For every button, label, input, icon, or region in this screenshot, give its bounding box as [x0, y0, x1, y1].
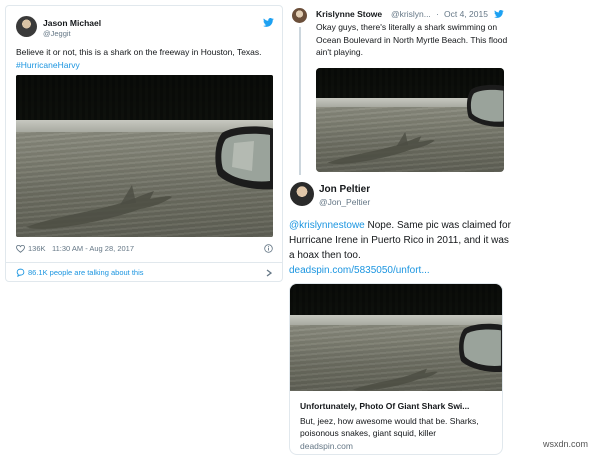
timestamp[interactable]: 11:30 AM - Aug 28, 2017: [52, 244, 134, 253]
reply-date[interactable]: Oct 4, 2015: [444, 9, 488, 19]
main-author-name[interactable]: Jon Peltier: [319, 184, 370, 195]
main-author-handle[interactable]: @Jon_Peltier: [319, 197, 370, 207]
tweet-card-jason[interactable]: Jason Michael @Jeggit Believe it or not,…: [5, 5, 283, 282]
shark-shape-card: [352, 368, 438, 391]
car-mirror-reply: [466, 84, 504, 127]
hashtag-link[interactable]: #HurricaneHarvy: [16, 60, 80, 70]
twitter-bird-icon-reply[interactable]: [494, 10, 504, 18]
article-link[interactable]: deadspin.com/5835050/unfort...: [289, 265, 430, 276]
car-mirror: [215, 126, 273, 190]
shark-shape: [26, 185, 172, 229]
link-preview-card[interactable]: Unfortunately, Photo Of Giant Shark Swi.…: [289, 283, 503, 455]
author-handle[interactable]: @Jeggit: [43, 29, 71, 38]
avatar-jason[interactable]: [16, 16, 37, 37]
info-icon[interactable]: [264, 244, 273, 253]
link-card-description: But, jeez, how awesome would that be. Sh…: [300, 416, 479, 438]
tweet-text: Believe it or not, this is a shark on th…: [16, 46, 271, 72]
meta-row: 136K 11:30 AM - Aug 28, 2017: [16, 244, 273, 256]
heart-icon[interactable]: [16, 245, 25, 253]
watermark: wsxdn.com: [543, 439, 589, 449]
car-mirror-card: [459, 323, 502, 373]
thread-line: [299, 27, 301, 175]
card-divider: [6, 262, 282, 263]
tweet-photo[interactable]: [16, 75, 273, 237]
like-count[interactable]: 136K: [28, 244, 46, 253]
avatar-jon[interactable]: [290, 182, 314, 206]
comment-icon: [16, 268, 25, 277]
link-card-domain[interactable]: deadspin.com: [300, 441, 353, 451]
mention-link[interactable]: @krislynnestowe: [289, 220, 365, 231]
link-card-photo: [290, 284, 502, 391]
avatar-krislynne[interactable]: [292, 8, 307, 23]
reply-date-separator: ·: [436, 9, 439, 19]
tweet-text-body: Believe it or not, this is a shark on th…: [16, 47, 262, 57]
conversation-row[interactable]: 86.1K people are talking about this: [16, 268, 273, 279]
reply-author-handle[interactable]: @krislyn...: [391, 9, 431, 19]
reply-author-name[interactable]: Krislynne Stowe: [316, 9, 382, 19]
link-card-title[interactable]: Unfortunately, Photo Of Giant Shark Swi.…: [300, 401, 496, 411]
twitter-bird-icon[interactable]: [263, 18, 274, 27]
shark-shape-reply: [327, 131, 435, 165]
reply-text: Okay guys, there's literally a shark swi…: [316, 22, 508, 57]
reply-photo[interactable]: [316, 68, 504, 172]
main-tweet-text: @krislynnestowe Nope. Same pic was claim…: [289, 218, 511, 278]
conversation-link[interactable]: 86.1K people are talking about this: [28, 268, 144, 277]
author-name[interactable]: Jason Michael: [43, 18, 101, 28]
chevron-right-icon[interactable]: [266, 269, 272, 277]
